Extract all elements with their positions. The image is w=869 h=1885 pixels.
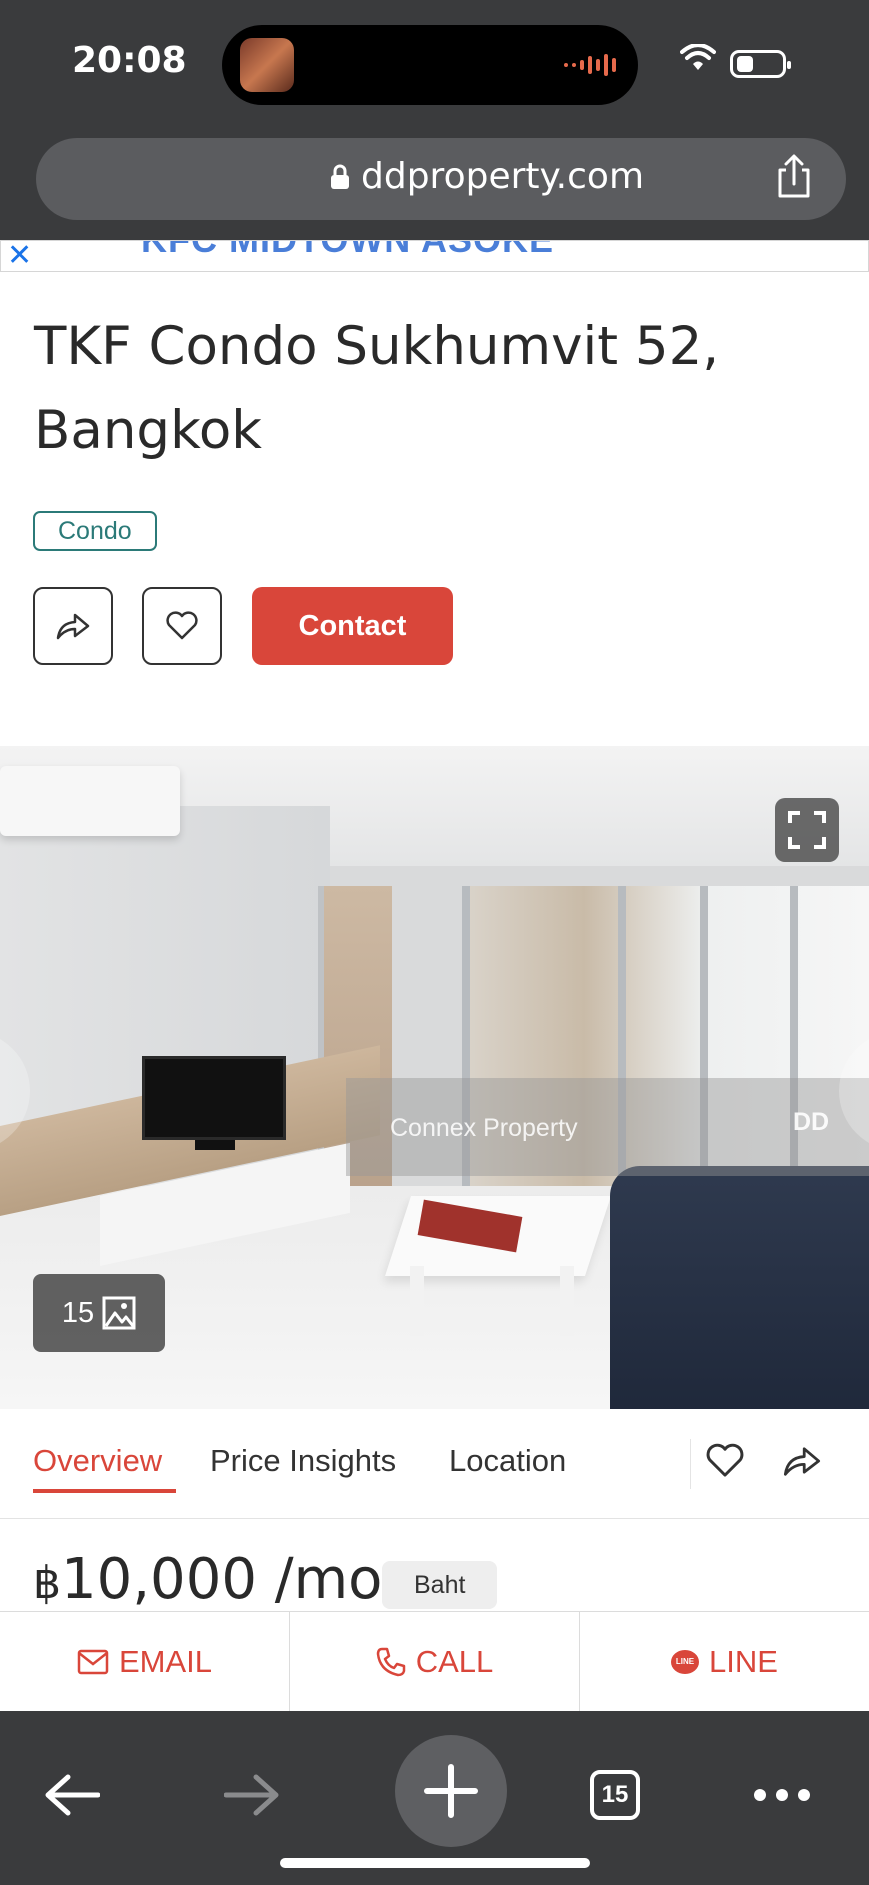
watermark-logo: DD [793,1108,830,1136]
active-tab-indicator [33,1489,176,1493]
property-type-tag: Condo [33,511,157,551]
image-gallery-icon [102,1296,136,1330]
currency-selector[interactable]: Baht [382,1561,498,1609]
back-arrow-icon [45,1774,100,1816]
share-arrow-icon[interactable] [782,1441,822,1481]
home-indicator[interactable] [280,1858,590,1868]
line-chat-icon: LINE [671,1649,700,1674]
new-tab-button[interactable] [395,1735,507,1847]
tab-divider [690,1439,691,1489]
share-button[interactable] [33,587,113,665]
listing-price: ฿10,000 /mo [33,1547,382,1612]
currency-symbol: ฿ [33,1558,61,1609]
listing-title: TKF Condo Sukhumvit 52, Bangkok [34,316,720,461]
email-button[interactable]: EMAIL [0,1612,290,1711]
tab-overview[interactable]: Overview [33,1443,162,1479]
phone-icon [376,1647,405,1676]
url-text: ddproperty.com [361,156,645,197]
url-bar[interactable]: ddproperty.com [36,138,846,220]
expand-icon [788,811,826,849]
photo-count-text: 15 [61,1296,95,1329]
forward-arrow-icon [224,1774,279,1816]
more-dots-icon [754,1789,810,1801]
share-icon[interactable] [774,154,814,200]
photo-tv-stand [195,1140,235,1150]
browser-top-chrome: 20:08 ddproperty.com [0,0,869,240]
section-tabs: Overview Price Insights Location [0,1409,869,1519]
ad-banner[interactable]: ✕ KFC MIDTOWN ASOKE [0,240,869,272]
now-playing-artwork-icon [240,38,294,92]
photo-tv [142,1056,286,1140]
close-icon[interactable]: ✕ [7,241,32,271]
photo-sofa [610,1166,869,1409]
forward-button[interactable] [212,1755,292,1835]
audio-waveform-icon [564,53,616,77]
lock-icon [331,164,349,189]
battery-icon [730,50,791,78]
line-button[interactable]: LINE LINE [580,1612,869,1711]
tab-location[interactable]: Location [449,1443,566,1479]
tabs-count-icon: 15 [590,1770,640,1820]
status-time: 20:08 [72,40,187,81]
fullscreen-button[interactable] [775,798,839,862]
watermark-text: Connex Property [390,1114,578,1142]
price-amount: 10,000 /mo [61,1547,383,1612]
tabs-button[interactable]: 15 [575,1755,655,1835]
heart-icon[interactable] [705,1441,745,1481]
mail-icon [77,1649,109,1674]
photo-air-conditioner [0,766,180,836]
dynamic-island[interactable] [222,25,638,105]
wifi-icon [680,44,716,70]
photo-count-button[interactable]: 15 [33,1274,165,1352]
plus-icon [424,1764,478,1818]
photo-table-leg [560,1266,574,1336]
contact-action-bar: EMAIL CALL LINE LINE [0,1611,869,1711]
back-button[interactable] [32,1755,112,1835]
photo-table-leg [410,1266,424,1336]
call-label: CALL [415,1643,494,1679]
call-button[interactable]: CALL [290,1612,580,1711]
contact-button[interactable]: Contact [252,587,453,665]
email-label: EMAIL [118,1643,213,1679]
tab-price-insights[interactable]: Price Insights [210,1443,396,1479]
heart-icon [166,611,198,640]
line-label: LINE [709,1643,778,1679]
favorite-button[interactable] [142,587,222,665]
more-button[interactable] [742,1755,822,1835]
share-arrow-icon [56,613,90,640]
ad-text: KFC MIDTOWN ASOKE [141,241,554,261]
